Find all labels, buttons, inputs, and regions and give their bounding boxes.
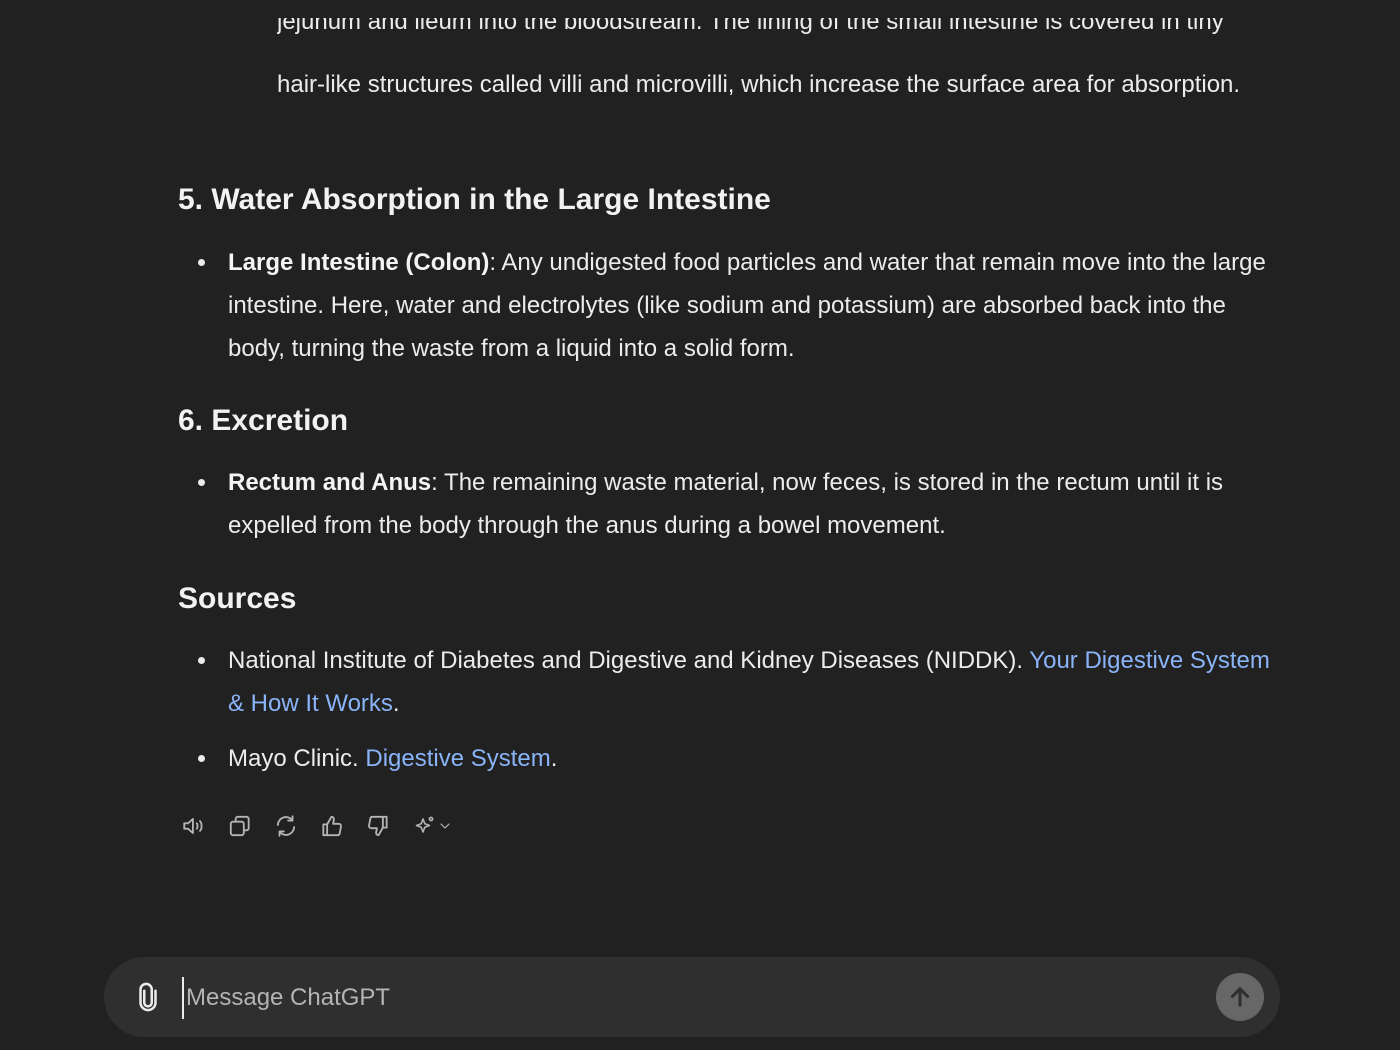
thumbs-up-icon [322,815,342,837]
source-link-mayo[interactable]: Digestive System [365,745,550,772]
switch-model-button[interactable] [408,808,458,844]
send-button[interactable] [1216,973,1264,1021]
bad-response-button[interactable] [362,808,394,844]
attach-button[interactable] [132,979,164,1015]
arrow-up-icon [1230,987,1250,1007]
list-item: Rectum and Anus: The remaining waste mat… [196,461,1271,547]
section-heading-excretion: 6. Excretion [178,404,349,437]
source-prefix: Mayo Clinic. [228,745,366,772]
read-aloud-button[interactable] [178,808,210,844]
good-response-button[interactable] [316,808,348,844]
copy-button[interactable] [224,808,256,844]
source-suffix: . [550,745,558,772]
water-absorption-list: Large Intestine (Colon): Any undigested … [196,241,1271,370]
chevron-down-icon [440,823,450,829]
sources-heading: Sources [178,582,297,615]
intro-paragraph-continuation: hair-like structures called villi and mi… [277,71,1241,98]
section-heading-water-absorption: 5. Water Absorption in the Large Intesti… [178,183,771,216]
speaker-icon [183,818,203,834]
cutoff-text-line: jejunum and ileum into the bloodstream. … [277,18,1224,35]
thumbs-down-icon [368,815,388,837]
sources-list: National Institute of Diabetes and Diges… [196,639,1271,780]
source-suffix: . [392,690,400,717]
paperclip-icon [139,982,157,1012]
regenerate-button[interactable] [270,808,302,844]
message-input[interactable] [182,977,1188,1019]
bullet-term: Rectum and Anus [228,469,432,496]
chat-page: jejunum and ileum into the bloodstream. … [0,0,1400,1050]
source-item-mayo: Mayo Clinic. Digestive System. [196,737,1271,780]
bullet-term: Large Intestine (Colon) [228,249,490,276]
source-prefix: National Institute of Diabetes and Diges… [228,647,1030,674]
list-item: Large Intestine (Colon): Any undigested … [196,241,1271,370]
copy-icon [229,815,250,837]
excretion-list: Rectum and Anus: The remaining waste mat… [196,461,1271,547]
regenerate-icon [276,815,296,837]
source-item-niddk: National Institute of Diabetes and Diges… [196,639,1271,725]
message-actions [178,808,458,844]
message-composer [104,957,1280,1037]
sparkle-icon [415,816,434,833]
